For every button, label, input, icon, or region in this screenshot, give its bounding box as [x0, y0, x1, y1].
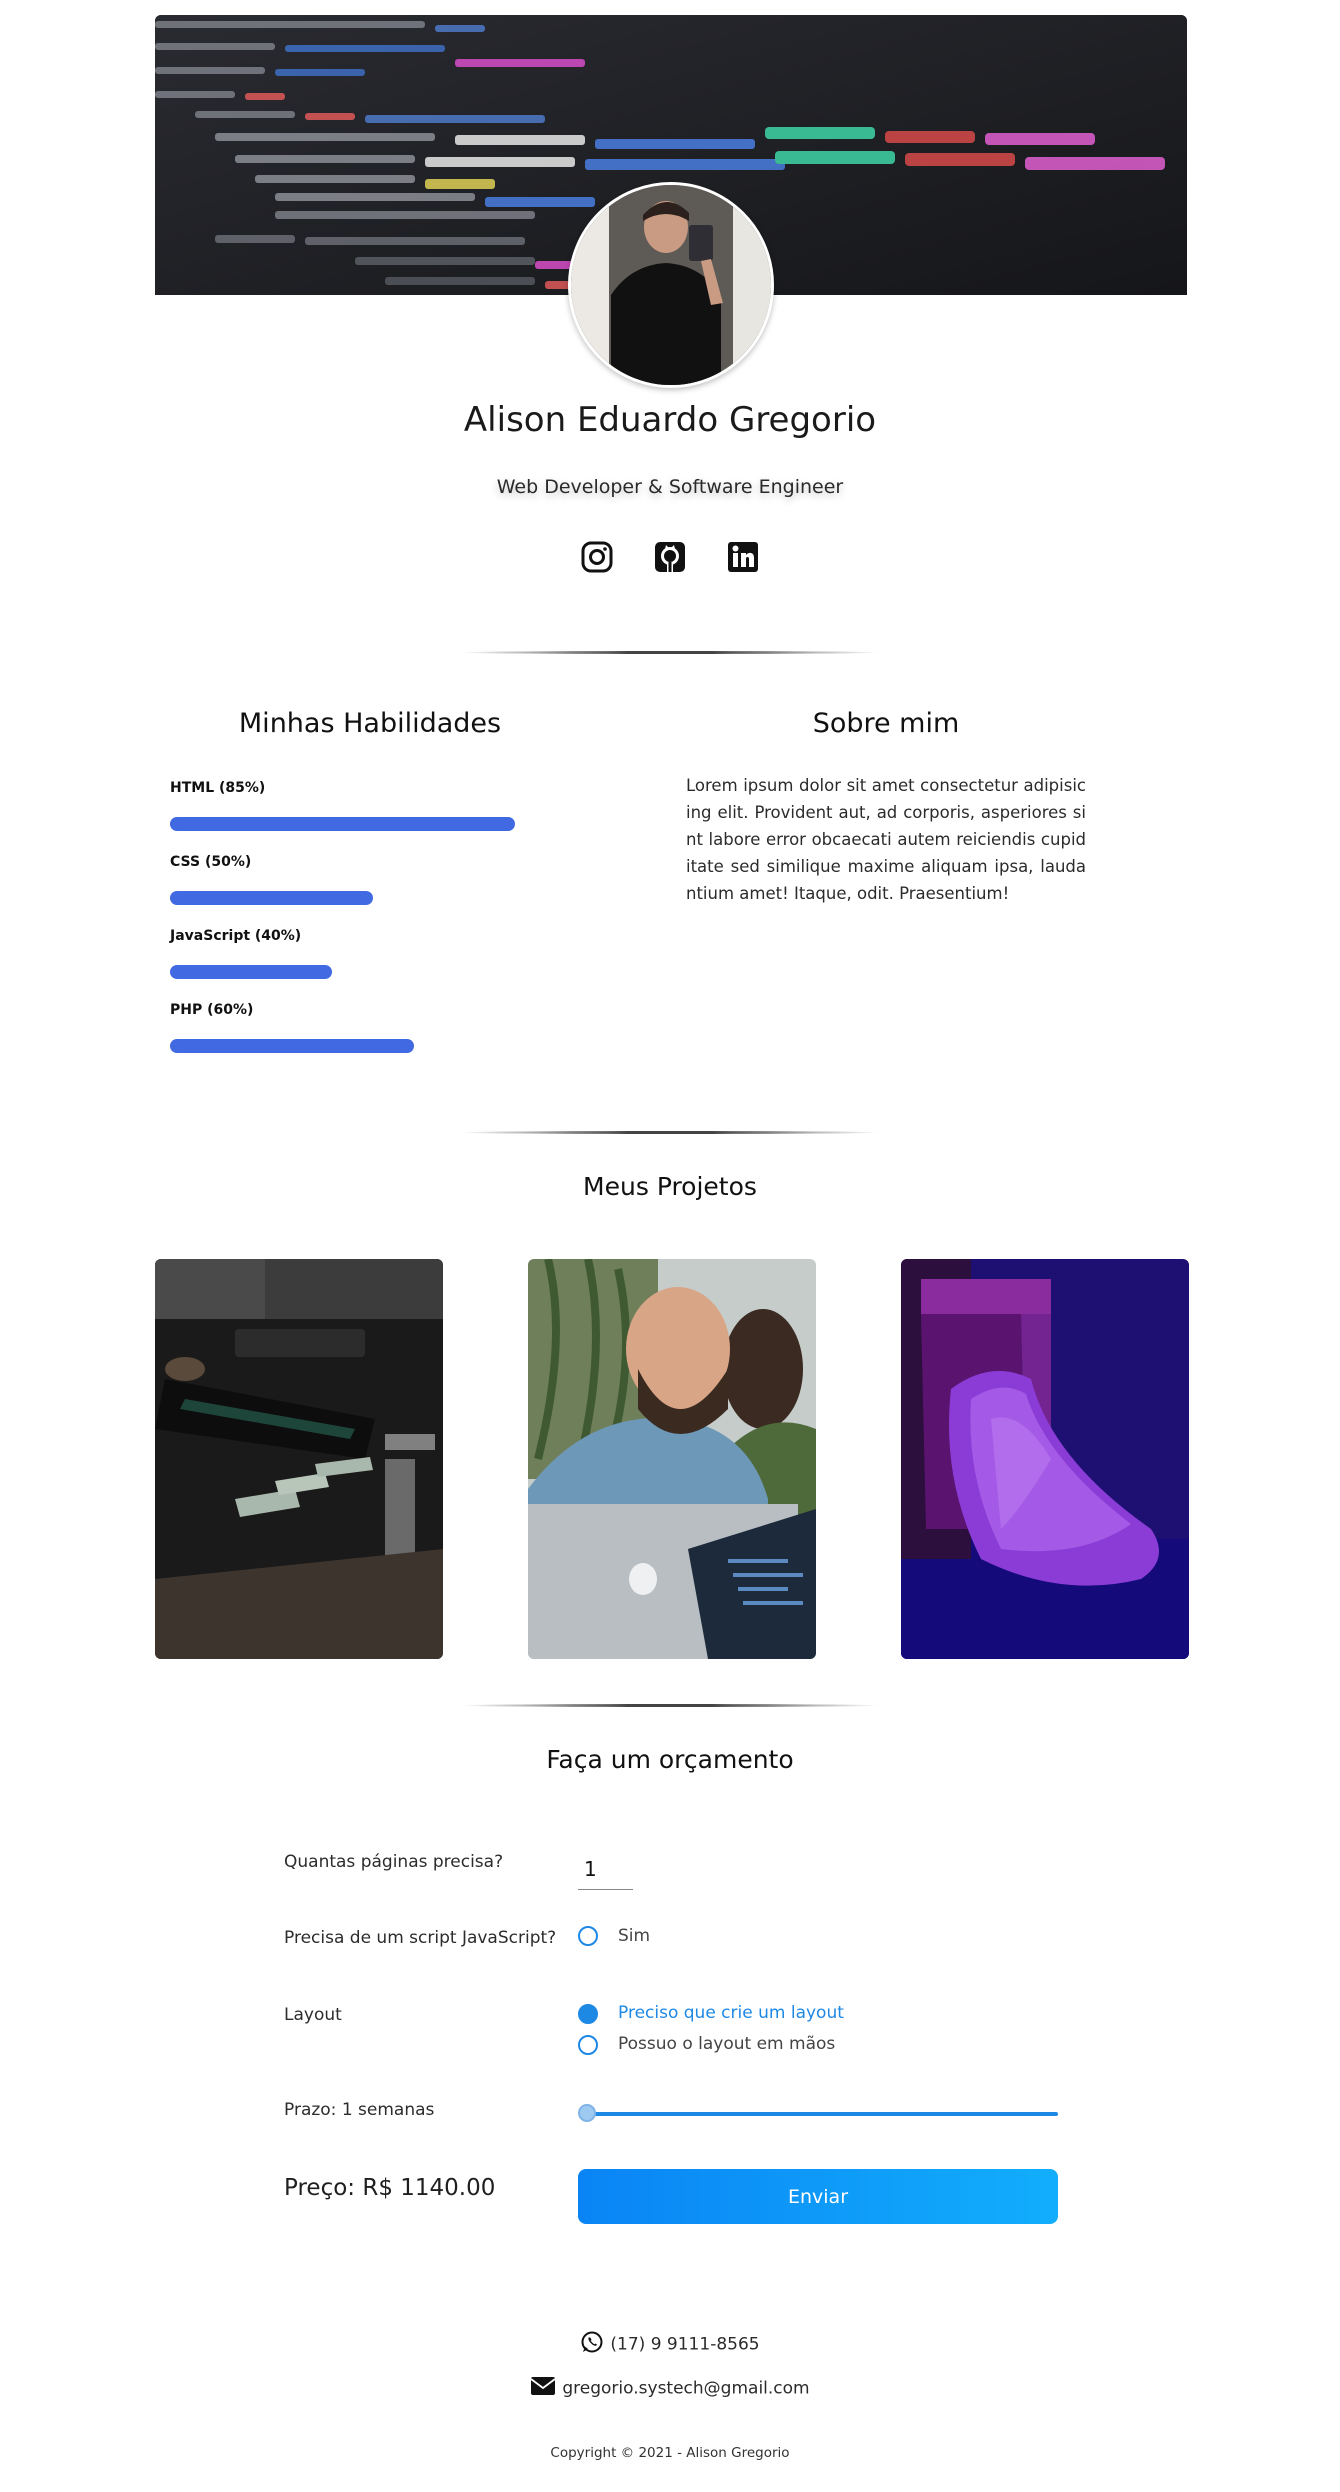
quote-title: Faça um orçamento — [546, 1745, 794, 1774]
deadline-label: Prazo: 1 semanas — [284, 2100, 435, 2120]
whatsapp-icon — [580, 2330, 604, 2359]
project-card-2[interactable] — [528, 1259, 816, 1659]
layout-radio-create-label[interactable]: Preciso que crie um layout — [618, 2003, 844, 2023]
layout-radio-have[interactable] — [578, 2035, 598, 2055]
skill-bar-html — [170, 817, 515, 831]
about-text: Lorem ipsum dolor sit amet consectetur a… — [686, 776, 1086, 903]
skill-label-javascript: JavaScript (40%) — [170, 928, 302, 944]
section-divider — [460, 651, 880, 654]
copyright-text: Copyright © 2021 - Alison Gregorio — [550, 2445, 790, 2461]
deadline-slider-track[interactable] — [586, 2112, 1058, 2116]
price-display: Preço: R$ 1140.00 — [284, 2175, 496, 2201]
pages-label: Quantas páginas precisa? — [284, 1852, 504, 1872]
javascript-radio-yes-label[interactable]: Sim — [618, 1926, 650, 1946]
linkedin-icon[interactable] — [726, 540, 760, 574]
github-icon[interactable] — [653, 540, 687, 574]
section-divider — [460, 1704, 880, 1707]
profile-avatar — [568, 182, 774, 388]
phone-contact[interactable]: (17) 9 9111-8565 — [0, 2330, 1340, 2359]
profile-role: Web Developer & Software Engineer — [496, 476, 844, 498]
skills-title: Minhas Habilidades — [238, 708, 502, 739]
email-contact[interactable]: gregorio.systech@gmail.com — [0, 2376, 1340, 2401]
email-address: gregorio.systech@gmail.com — [562, 2378, 810, 2399]
portfolio-page: Alison Eduardo Gregorio Web Developer & … — [0, 0, 1340, 2492]
skill-bar-php — [170, 1039, 414, 1053]
skill-label-css: CSS (50%) — [170, 854, 252, 870]
pages-input[interactable] — [578, 1848, 633, 1890]
submit-button[interactable]: Enviar — [578, 2169, 1058, 2224]
skill-bar-javascript — [170, 965, 332, 979]
phone-number: (17) 9 9111-8565 — [610, 2334, 760, 2355]
layout-label: Layout — [284, 2005, 342, 2025]
skill-label-php: PHP (60%) — [170, 1002, 254, 1018]
project-card-3[interactable] — [901, 1259, 1189, 1659]
javascript-radio-yes[interactable] — [578, 1926, 598, 1946]
projects-title: Meus Projetos — [583, 1172, 757, 1201]
layout-radio-have-label[interactable]: Possuo o layout em mãos — [618, 2034, 835, 2054]
about-title: Sobre mim — [812, 708, 960, 739]
profile-name: Alison Eduardo Gregorio — [463, 400, 877, 440]
instagram-icon[interactable] — [580, 540, 614, 574]
social-links — [580, 540, 760, 576]
project-card-1[interactable] — [155, 1259, 443, 1659]
layout-radio-create[interactable] — [578, 2004, 598, 2024]
skill-bar-css — [170, 891, 373, 905]
deadline-slider-thumb[interactable] — [578, 2104, 596, 2122]
javascript-label: Precisa de um script JavaScript? — [284, 1928, 557, 1948]
envelope-icon — [530, 2376, 556, 2401]
skill-label-html: HTML (85%) — [170, 780, 266, 796]
section-divider — [460, 1131, 880, 1134]
